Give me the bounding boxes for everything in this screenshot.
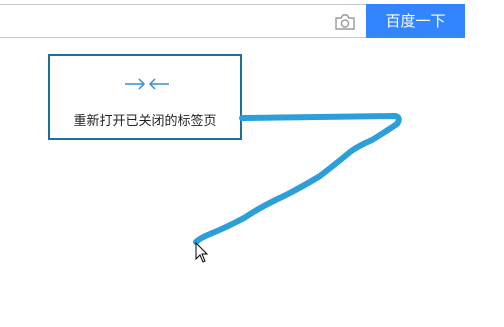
search-bar — [0, 4, 366, 38]
mouse-gesture-trail — [193, 113, 402, 245]
camera-icon[interactable] — [334, 13, 356, 31]
arrows-converge-icon — [124, 76, 170, 92]
search-input[interactable] — [4, 9, 328, 35]
mouse-cursor-icon — [195, 241, 209, 264]
gesture-tooltip-label: 重新打开已关闭的标签页 — [73, 114, 217, 129]
gesture-tooltip: 重新打开已关闭的标签页 — [48, 54, 242, 140]
search-button[interactable]: 百度一下 — [366, 4, 465, 38]
browser-page: 百度一下 重新打开已关闭的标签页 — [0, 0, 504, 327]
